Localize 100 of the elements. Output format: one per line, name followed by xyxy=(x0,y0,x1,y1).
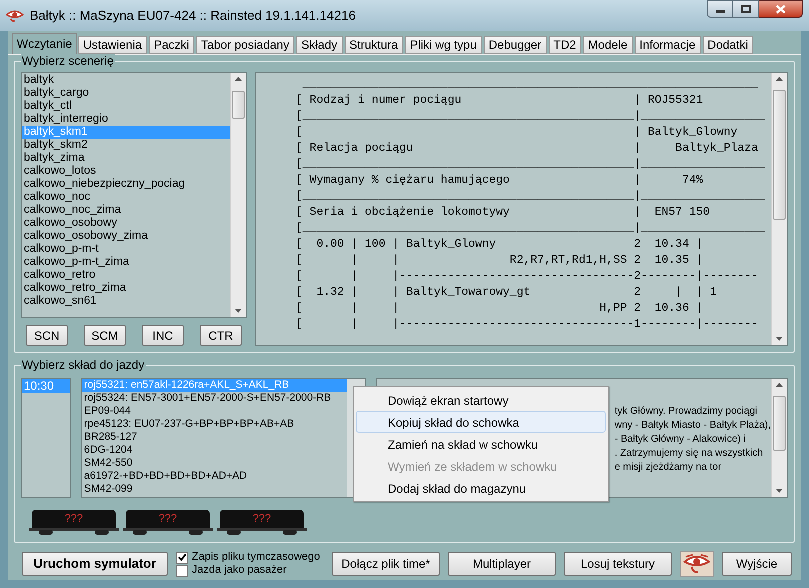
consist-item[interactable]: SM42-099 xyxy=(82,483,347,496)
scroll-down-icon[interactable] xyxy=(776,489,783,493)
scenery-item[interactable]: calkowo_p-m-t_zima xyxy=(22,256,230,269)
checkbox-label: Zapis pliku tymczasowego xyxy=(192,551,320,564)
checkbox[interactable] xyxy=(176,552,188,564)
scenery-item[interactable]: calkowo_osobowy xyxy=(22,217,230,230)
tab[interactable]: Paczki xyxy=(149,36,194,54)
timetable-line: [ Seria i obciążenie lokomotywy | EN57 150 xyxy=(296,205,710,221)
scenery-item[interactable]: calkowo_noc xyxy=(22,191,230,204)
wagon-label: ??? xyxy=(158,514,178,524)
start-simulator-button[interactable]: Uruchom symulator xyxy=(22,552,168,576)
scenery-button[interactable]: CTR xyxy=(200,325,242,346)
scenery-button[interactable]: SCM xyxy=(84,325,126,346)
tab[interactable]: Informacje xyxy=(634,36,701,54)
scenery-item[interactable]: baltyk_zima xyxy=(22,152,230,165)
window-title: Bałtyk :: MaSzyna EU07-424 :: Rainsted 19.1.141.14216 xyxy=(30,6,356,25)
timetable-line: __________________________________________________________________ xyxy=(302,77,758,93)
timetable-line: [________________________________________________|__________________ xyxy=(296,189,766,205)
scroll-thumb[interactable] xyxy=(773,90,786,220)
scenery-item[interactable]: baltyk_cargo xyxy=(22,87,230,100)
timetable-line: [ | Baltyk_Glowny xyxy=(296,125,738,141)
close-button[interactable] xyxy=(759,0,803,18)
timetable-line: [ 0.00 | 100 | Baltyk_Glowny 2 10.34 | xyxy=(296,237,704,253)
tab[interactable]: Składy xyxy=(296,36,342,54)
eye-icon xyxy=(6,8,24,22)
consist-item[interactable]: EP09-044 xyxy=(82,405,347,418)
description-line: - Bałtyk Główny - Alakowice) i xyxy=(614,433,746,447)
timetable-line: [________________________________________________|__________________ xyxy=(296,109,766,125)
toolbar-button[interactable]: Dołącz plik time* xyxy=(332,552,440,576)
tab[interactable]: Wczytanie xyxy=(12,33,78,54)
description-line: tyk Główny. Prowadzimy pociągi xyxy=(614,405,758,419)
scenery-item[interactable]: calkowo_retro_zima xyxy=(22,282,230,295)
tab[interactable]: Debugger xyxy=(484,36,547,54)
group-title: Wybierz scenerię xyxy=(21,54,115,68)
group-title: Wybierz skład do jazdy xyxy=(21,358,146,372)
scenery-item[interactable]: baltyk_skm2 xyxy=(22,139,230,152)
consist-item[interactable]: SM42-550 xyxy=(82,457,347,470)
scroll-up-icon[interactable] xyxy=(235,77,242,81)
wagon-label: ??? xyxy=(252,514,272,524)
scenery-button[interactable]: INC xyxy=(142,325,184,346)
consist-item[interactable]: a61972-+BD+BD+BD+BD+AD+AD xyxy=(82,470,347,483)
scroll-thumb[interactable] xyxy=(232,91,245,119)
scenery-item[interactable]: baltyk xyxy=(22,74,230,87)
consist-item[interactable]: rpe45123: EU07-237-G+BP+BP+BP+AB+AB xyxy=(82,418,347,431)
scrollbar[interactable] xyxy=(230,73,246,317)
minimize-button[interactable] xyxy=(707,0,733,18)
scenery-item[interactable]: baltyk_interregio xyxy=(22,113,230,126)
timetable-line: [ Rodzaj i numer pociągu | ROJ55321 xyxy=(296,93,704,109)
scroll-up-icon[interactable] xyxy=(776,77,783,81)
timetable-line: [________________________________________________|__________________ xyxy=(296,221,766,237)
menu-item[interactable]: Kopiuj skład do schowka xyxy=(356,411,606,433)
tab[interactable]: TD2 xyxy=(548,36,582,54)
close-icon xyxy=(776,4,786,14)
consist-item[interactable]: BR285-127 xyxy=(82,431,347,444)
eye-icon xyxy=(683,554,711,574)
consist-item[interactable]: roj55324: EN57-3001+EN57-2000-S+EN57-2000-RB xyxy=(82,392,347,405)
tab[interactable]: Struktura xyxy=(344,36,404,54)
scroll-down-icon[interactable] xyxy=(235,309,242,313)
timetable-line: [ Wymagany % ciężaru hamującego | 74% xyxy=(296,173,704,189)
scroll-up-icon[interactable] xyxy=(776,383,783,387)
menu-item[interactable]: Dodaj skład do magazynu xyxy=(356,477,606,499)
tab[interactable]: Pliki wg typu xyxy=(405,36,482,54)
scenery-item[interactable]: calkowo_noc_zima xyxy=(22,204,230,217)
checkbox-label: Jazda jako pasażer xyxy=(192,564,287,577)
scenery-item[interactable]: calkowo_retro xyxy=(22,269,230,282)
description-line: wny - Bałtyk Miasto - Bałtyk Plaża), xyxy=(614,419,771,433)
menu-item[interactable]: Dowiąż ekran startowy xyxy=(356,389,606,411)
toolbar-button[interactable]: Losuj tekstury xyxy=(564,552,672,576)
scenery-item[interactable]: baltyk_ctl xyxy=(22,100,230,113)
description-line: . Zatrzymujemy się na wszystkich xyxy=(614,447,764,461)
tab[interactable]: Tabor posiadany xyxy=(196,36,294,54)
consist-item[interactable]: 6DG-1204 xyxy=(82,444,347,457)
tab[interactable]: Dodatki xyxy=(702,36,754,54)
scrollbar[interactable] xyxy=(771,73,787,345)
scenery-item[interactable]: calkowo_lotos xyxy=(22,165,230,178)
eye-logo-button[interactable] xyxy=(680,551,714,577)
scroll-down-icon[interactable] xyxy=(776,337,783,341)
scenery-button[interactable]: SCN xyxy=(26,325,68,346)
timetable-line: [________________________________________________|__________________ xyxy=(296,157,766,173)
scenery-item[interactable]: calkowo_sn61 xyxy=(22,295,230,308)
check-icon xyxy=(178,553,186,562)
toolbar-button[interactable]: Multiplayer xyxy=(448,552,556,576)
scroll-thumb[interactable] xyxy=(773,396,786,451)
maximize-button[interactable] xyxy=(733,0,759,18)
timetable-line: [ 1.32 | | Baltyk_Towarowy_gt 2 | | 1 xyxy=(296,285,717,301)
timetable-line: [ | |----------------------------------2--------|-------- xyxy=(296,269,758,285)
scenery-item[interactable]: calkowo_niebezpieczny_pociag xyxy=(22,178,230,191)
checkbox[interactable] xyxy=(176,564,188,576)
scenery-item[interactable]: calkowo_osobowy_zima xyxy=(22,230,230,243)
tab[interactable]: Modele xyxy=(583,36,633,54)
description-line: e misji zjeżdżamy na tor xyxy=(614,461,722,475)
tab[interactable]: Ustawienia xyxy=(78,36,148,54)
timetable-line: [ Relacja pociągu | Baltyk_Plaza xyxy=(296,141,758,157)
timetable-line: [ | | R2,R7,RT,Rd1,H,SS 2 10.35 | xyxy=(296,253,704,269)
menu-item[interactable]: Zamień na skład w schowku xyxy=(356,433,606,455)
timetable-line: [ | | H,PP 2 10.36 | xyxy=(296,301,704,317)
scenery-item[interactable]: calkowo_p-m-t xyxy=(22,243,230,256)
exit-button[interactable]: Wyjście xyxy=(722,552,792,576)
scrollbar[interactable] xyxy=(771,379,787,497)
timetable-line: [ | |----------------------------------1--------|-------- xyxy=(296,317,758,333)
